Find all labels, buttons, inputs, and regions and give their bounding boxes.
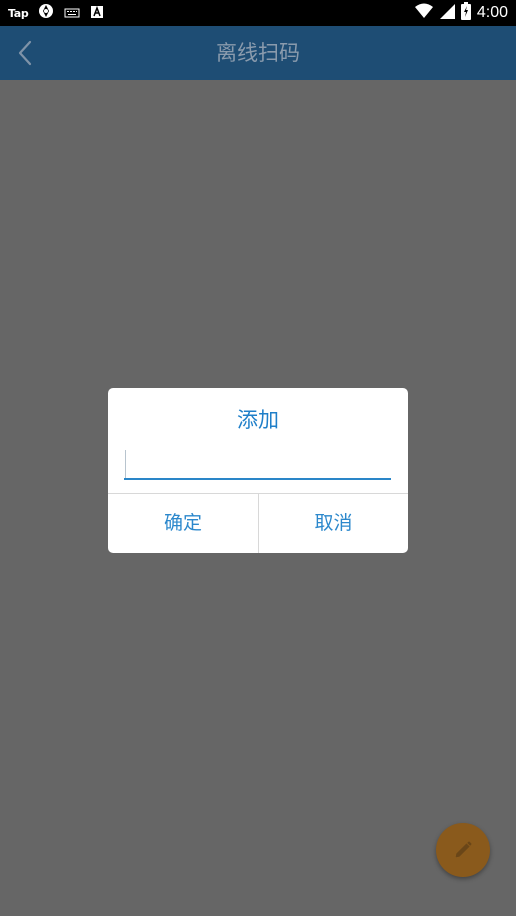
- pencil-icon: [455, 841, 472, 858]
- keyboard-icon: [64, 4, 80, 23]
- add-dialog: 添加 确定 取消: [108, 388, 408, 553]
- add-input[interactable]: [124, 448, 391, 480]
- a-icon: [90, 4, 104, 23]
- battery-icon: [460, 2, 471, 24]
- app-bar: 离线扫码: [0, 26, 516, 80]
- text-cursor: [125, 450, 126, 478]
- edit-fab[interactable]: [436, 823, 490, 877]
- status-bar-right: 4:00: [414, 2, 508, 24]
- tap-app-label: Tap: [8, 6, 29, 20]
- wifi-icon: [414, 3, 433, 23]
- vpn-icon: [38, 3, 54, 23]
- cancel-button[interactable]: 取消: [259, 494, 408, 553]
- signal-icon: [439, 3, 455, 23]
- status-time: 4:00: [476, 4, 508, 21]
- confirm-button[interactable]: 确定: [108, 494, 258, 553]
- dialog-title: 添加: [237, 408, 279, 432]
- page-title: 离线扫码: [216, 41, 300, 65]
- status-bar-left: Tap: [8, 4, 104, 22]
- status-bar: Tap 4:00: [0, 0, 516, 26]
